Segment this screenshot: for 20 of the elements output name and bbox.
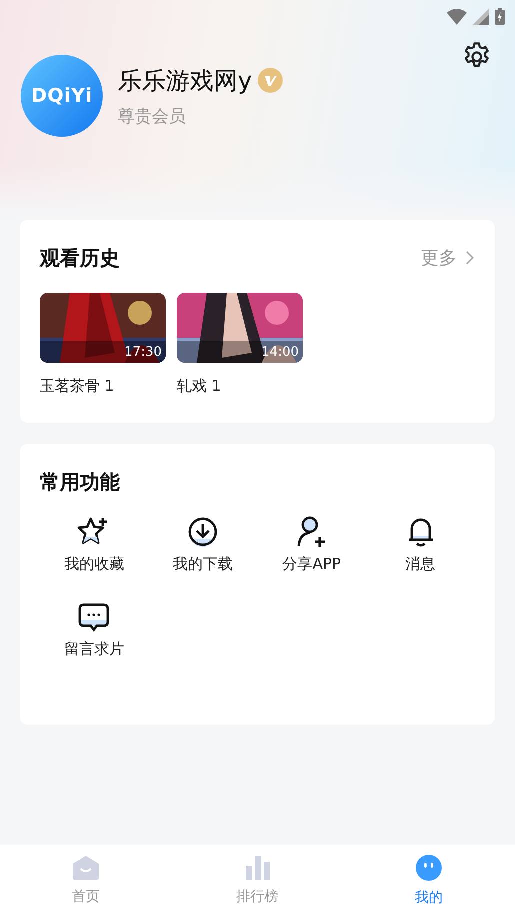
battery-icon — [495, 8, 505, 25]
smiley-icon — [416, 855, 442, 881]
function-item[interactable]: 我的下载 — [148, 515, 258, 574]
user-name: 乐乐游戏网y — [118, 66, 252, 96]
video-title[interactable]: 轧戏 1 — [177, 377, 222, 396]
nav-tab[interactable]: 我的 — [343, 845, 515, 917]
video-duration: 17:30 — [124, 345, 162, 360]
member-level: 尊贵会员 — [118, 106, 187, 128]
chevron-icon — [465, 251, 475, 265]
video-title[interactable]: 玉茗茶骨 1 — [40, 377, 114, 396]
function-item[interactable]: 留言求片 — [40, 600, 149, 659]
section-title: 观看历史 — [40, 244, 120, 272]
wifi-icon — [447, 9, 467, 25]
function-item[interactable]: 消息 — [366, 515, 475, 574]
section-title: 常用功能 — [40, 468, 120, 496]
home-icon — [72, 856, 99, 880]
signal-icon — [473, 9, 489, 25]
function-item[interactable]: 我的收藏 — [40, 515, 149, 574]
function-item[interactable]: 分享APP — [258, 515, 366, 574]
bar-chart-icon — [246, 856, 270, 880]
